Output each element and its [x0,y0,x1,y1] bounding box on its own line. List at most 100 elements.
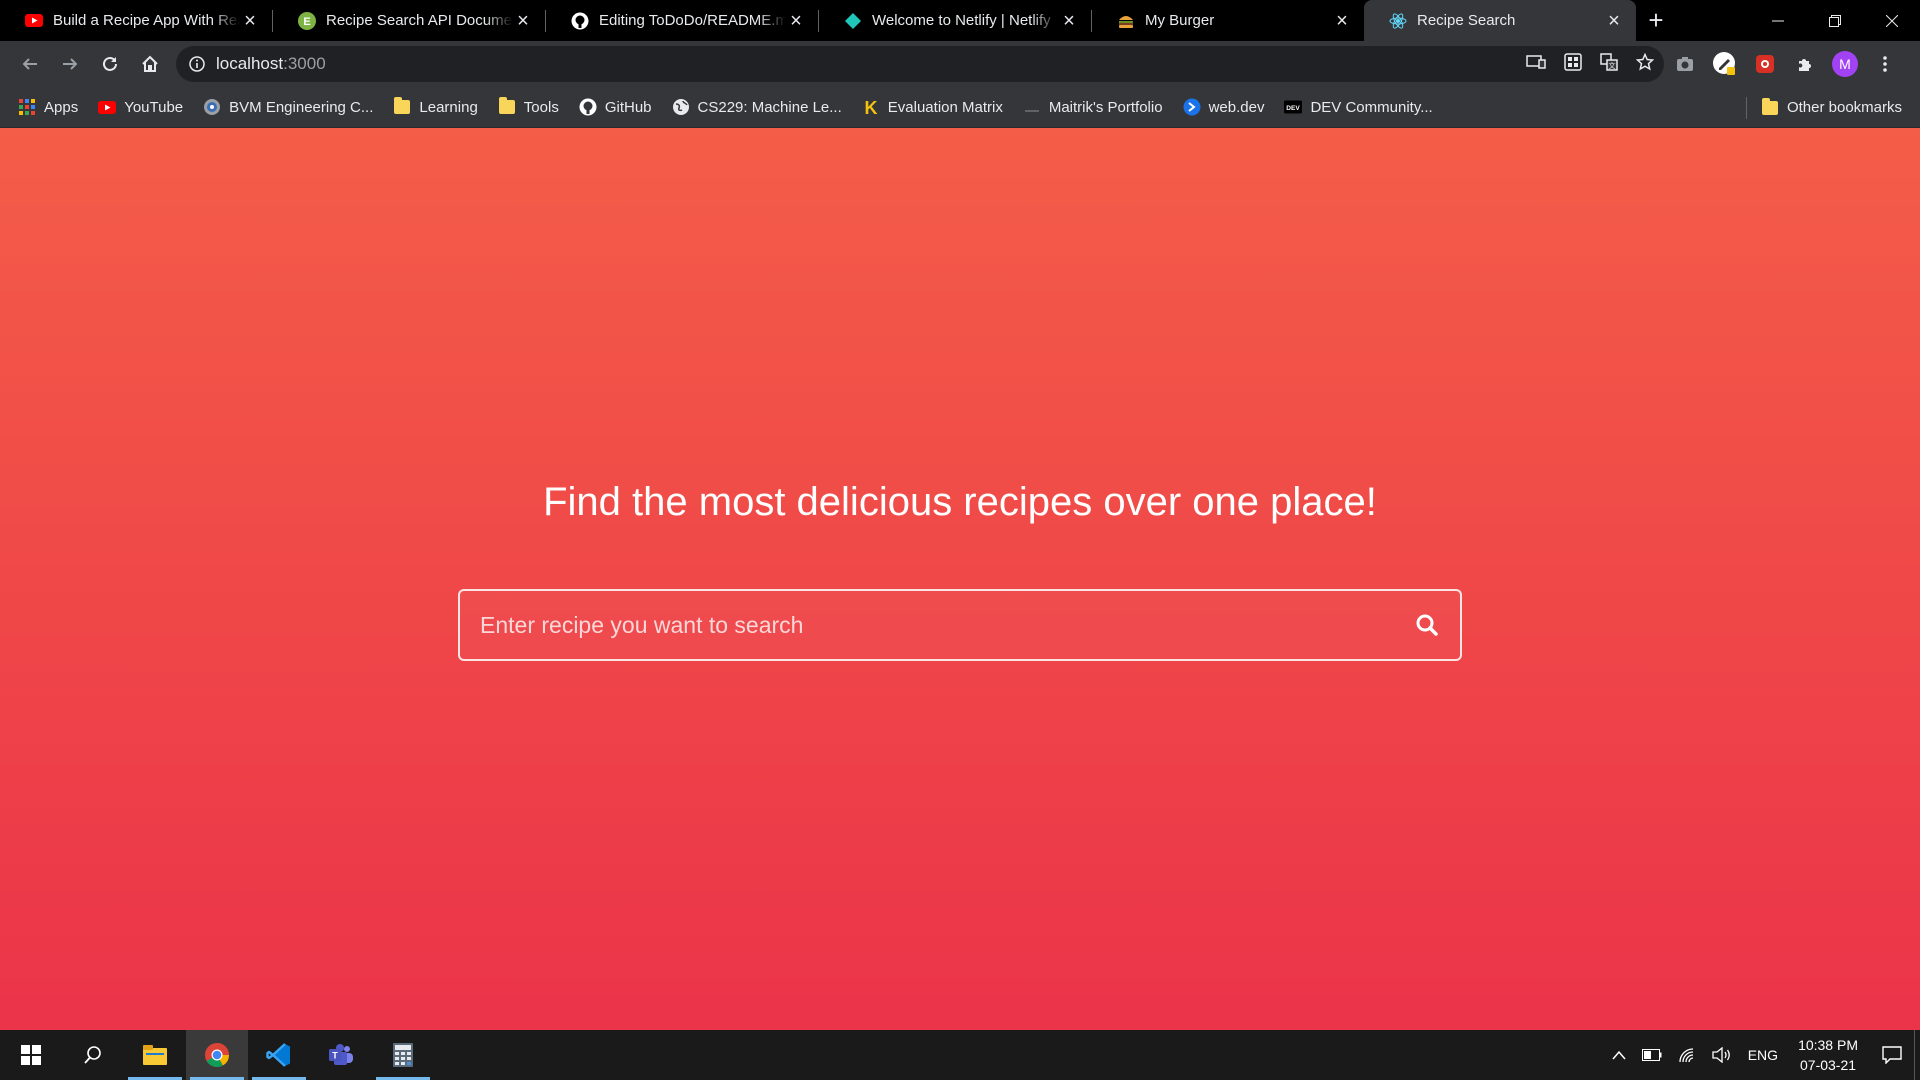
plus-icon: + [1648,5,1664,35]
url-port: :3000 [283,54,326,73]
bookmark-learning[interactable]: Learning [393,97,478,116]
chrome-button[interactable] [186,1030,248,1080]
tab-title: My Burger [1145,12,1215,29]
url-host: localhost [216,54,284,73]
tab-title: Recipe Search API Document [326,12,513,29]
volume-icon[interactable] [1712,1047,1732,1063]
other-bookmarks-button[interactable]: Other bookmarks [1761,97,1902,117]
restore-button[interactable] [1806,0,1863,41]
calculator-button[interactable] [372,1030,434,1080]
forward-button[interactable] [50,46,90,82]
extension-red[interactable] [1750,49,1780,79]
bookmark-label: web.dev [1208,98,1265,116]
calculator-icon [393,1043,413,1067]
search-icon [1416,614,1438,636]
bookmark-maitrik-portfolio[interactable]: Maitrik's Portfolio [1023,98,1163,116]
folder-icon [498,97,516,116]
close-icon[interactable]: × [513,11,533,31]
edamam-icon: E [298,11,316,30]
bookmark-tools[interactable]: Tools [498,97,559,116]
file-explorer-button[interactable] [124,1030,186,1080]
bookmark-label: Other bookmarks [1786,99,1902,116]
arrow-left-icon [22,58,37,70]
avatar: M [1832,51,1858,77]
bookmark-label: YouTube [124,98,184,116]
bookmark-youtube[interactable]: YouTube [98,98,183,116]
close-icon[interactable]: × [1604,11,1624,31]
bookmark-label: DEV Community... [1310,98,1433,116]
omnibox-actions: 文 [1526,46,1655,82]
profile-button[interactable]: M [1830,49,1860,79]
tab-my-burger[interactable]: My Burger × [1092,0,1364,41]
cast-icon[interactable] [1526,53,1546,76]
recipe-search-form [458,589,1462,661]
minimize-button[interactable] [1749,0,1806,41]
bookmark-apps[interactable]: Apps [18,98,78,116]
bookmark-dev-community[interactable]: DEV DEV Community... [1284,98,1433,116]
translate-icon[interactable]: 文 [1600,52,1618,76]
github-icon [579,98,597,116]
language-indicator[interactable]: ENG [1748,1047,1778,1063]
minimize-icon [1771,20,1784,21]
reload-button[interactable] [90,46,130,82]
bookmark-label: Maitrik's Portfolio [1048,98,1163,116]
tab-build-recipe-app[interactable]: Build a Recipe App With Reac × [0,0,272,41]
menu-button[interactable] [1870,49,1900,79]
start-button[interactable] [0,1030,62,1080]
tab-title: Recipe Search [1417,12,1516,29]
info-icon[interactable] [188,55,206,73]
bookmarks-divider [1745,96,1747,119]
search-button[interactable] [1394,591,1460,659]
browser-toolbar: localhost:3000 文 M [0,41,1920,87]
bookmark-label: Tools [523,98,559,116]
tab-title: Build a Recipe App With Reac [53,12,240,29]
screenshot-extension[interactable] [1670,49,1700,79]
address-bar[interactable]: localhost:3000 文 [176,46,1664,82]
close-icon[interactable]: × [786,11,806,31]
search-input[interactable] [460,591,1394,659]
bookmark-bvm-engineering[interactable]: BVM Engineering C... [203,98,373,116]
qr-code-icon[interactable] [1564,52,1582,76]
bookmark-label: Apps [44,98,79,116]
tab-netlify[interactable]: Welcome to Netlify | Netlify × [819,0,1091,41]
chevron-up-icon[interactable] [1612,1050,1626,1060]
arrow-right-icon [63,58,78,70]
pen-extension[interactable] [1710,49,1740,79]
extensions-area: M [1670,46,1900,82]
other-bookmarks-area: Other bookmarks [1745,87,1902,128]
restore-icon [1828,14,1841,27]
search-taskbar-button[interactable] [62,1030,124,1080]
clock[interactable]: 10:38 PM 07-03-21 [1798,1035,1858,1075]
back-button[interactable] [10,46,50,82]
teams-button[interactable]: T [310,1030,372,1080]
close-icon[interactable]: × [1059,11,1079,31]
close-window-button[interactable] [1863,0,1920,41]
bookmark-cs229[interactable]: CS229: Machine Le... [672,98,842,116]
bookmark-github[interactable]: GitHub [579,98,652,116]
bookmark-web-dev[interactable]: web.dev [1183,98,1265,116]
tab-editing-readme[interactable]: Editing ToDoDo/README.md × [546,0,818,41]
home-button[interactable] [130,46,170,82]
star-icon[interactable] [1635,52,1655,76]
bookmark-evaluation-matrix[interactable]: K Evaluation Matrix [862,98,1003,116]
close-icon[interactable]: × [240,11,260,31]
page-viewport: Find the most delicious recipes over one… [0,128,1920,1030]
vscode-button[interactable] [248,1030,310,1080]
battery-icon[interactable] [1641,1049,1662,1061]
show-desktop-button[interactable] [1914,1030,1920,1080]
tab-recipe-search[interactable]: Recipe Search × [1364,0,1636,41]
close-icon[interactable]: × [1332,11,1352,31]
notification-icon [1882,1046,1902,1064]
college-icon [203,98,221,116]
bookmark-label: Evaluation Matrix [887,98,1003,116]
action-center-button[interactable] [1870,1030,1914,1080]
wifi-icon[interactable] [1678,1047,1696,1063]
reload-icon [103,56,117,71]
webdev-icon [1183,98,1201,116]
bookmark-label: CS229: Machine Le... [697,98,842,116]
extensions-menu-button[interactable] [1790,49,1820,79]
new-tab-button[interactable]: + [1636,0,1676,41]
clock-time: 10:38 PM [1798,1037,1858,1053]
tab-recipe-search-api[interactable]: E Recipe Search API Document × [273,0,545,41]
burger-icon [1117,12,1135,30]
